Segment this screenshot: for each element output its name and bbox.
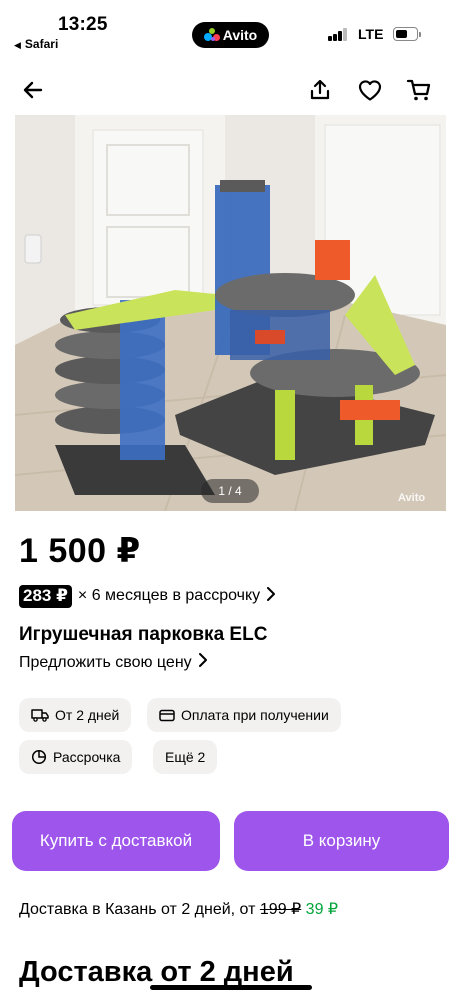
listing-photo[interactable] bbox=[15, 115, 446, 511]
battery-cap bbox=[419, 32, 421, 37]
share-icon[interactable] bbox=[304, 74, 336, 106]
chip-payment-on-receipt[interactable]: Оплата при получении bbox=[147, 698, 341, 732]
avito-logo-icon bbox=[203, 28, 220, 42]
chevron-right-icon bbox=[198, 653, 207, 672]
chip-label: Оплата при получении bbox=[181, 707, 329, 723]
delivery-info: Доставка в Казань от 2 дней, от 199 ₽ 39… bbox=[19, 899, 338, 919]
back-app-label: Safari bbox=[24, 37, 59, 51]
network-type: LTE bbox=[358, 26, 384, 42]
signal-icon bbox=[328, 28, 348, 41]
app-indicator-pill: Avito bbox=[192, 22, 269, 48]
offer-price-label: Предложить свою цену bbox=[19, 653, 192, 671]
status-time: 13:25 bbox=[58, 14, 108, 35]
offer-price-link[interactable]: Предложить свою цену bbox=[19, 653, 207, 672]
chip-delivery-time[interactable]: От 2 дней bbox=[19, 698, 132, 732]
listing-price: 1 500 ₽ bbox=[19, 532, 141, 570]
battery-icon bbox=[393, 27, 418, 41]
status-bar: 13:25 ◀ Safari Avito LTE bbox=[0, 0, 461, 58]
listing-title: Игрушечная парковка ELC bbox=[19, 624, 268, 645]
delivery-prefix: Доставка в Казань от 2 дней, от bbox=[19, 901, 256, 918]
heart-icon[interactable] bbox=[354, 74, 386, 106]
chip-installment[interactable]: Рассрочка bbox=[19, 740, 133, 774]
arrow-left-icon[interactable] bbox=[17, 74, 49, 106]
avito-watermark: Avito bbox=[398, 492, 426, 504]
installment-link[interactable]: 283 ₽ × 6 месяцев в рассрочку bbox=[19, 583, 276, 609]
home-indicator bbox=[150, 985, 312, 990]
cart-icon[interactable] bbox=[403, 74, 435, 106]
chip-label: Ещё 2 bbox=[165, 749, 206, 765]
back-to-app-link[interactable]: ◀ Safari bbox=[14, 37, 58, 51]
top-navigation bbox=[0, 66, 461, 112]
chevron-right-icon bbox=[266, 586, 276, 606]
toy-parking-garage-image bbox=[15, 115, 446, 511]
chip-label: От 2 дней bbox=[55, 707, 120, 723]
delivery-new-price: 39 ₽ bbox=[305, 901, 339, 918]
truck-icon bbox=[31, 709, 49, 722]
add-to-cart-button[interactable]: В корзину bbox=[234, 811, 449, 871]
chip-more[interactable]: Ещё 2 bbox=[153, 740, 218, 774]
pie-chart-icon bbox=[31, 749, 47, 765]
installment-amount-badge: 283 ₽ bbox=[19, 584, 72, 608]
chip-label: Рассрочка bbox=[53, 749, 121, 765]
wallet-icon bbox=[159, 709, 175, 721]
app-indicator-label: Avito bbox=[222, 27, 258, 43]
buy-with-delivery-button[interactable]: Купить с доставкой bbox=[12, 811, 220, 871]
photo-counter: 1 / 4 bbox=[201, 479, 259, 503]
installment-text: × 6 месяцев в рассрочку bbox=[77, 587, 261, 604]
delivery-old-price: 199 ₽ bbox=[259, 901, 302, 918]
back-triangle-icon: ◀ bbox=[14, 40, 21, 50]
